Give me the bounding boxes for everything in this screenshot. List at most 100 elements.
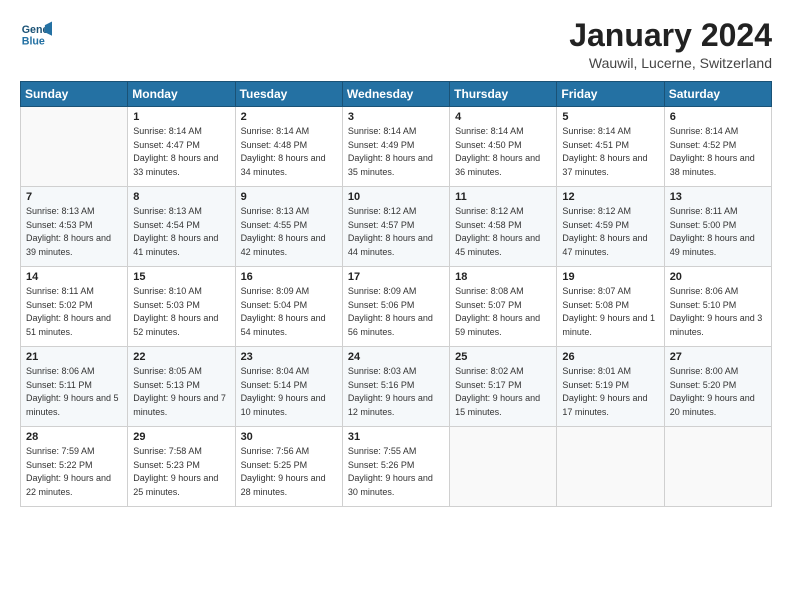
svg-text:Blue: Blue [22, 36, 45, 48]
day-number: 27 [670, 351, 766, 363]
calendar-cell: 7 Sunrise: 8:13 AMSunset: 4:53 PMDaylight… [21, 187, 128, 267]
day-number: 17 [348, 271, 444, 283]
day-number: 25 [455, 351, 551, 363]
sun-info: Sunrise: 8:04 AMSunset: 5:14 PMDaylight:… [241, 365, 337, 419]
day-number: 26 [562, 351, 658, 363]
calendar-cell: 11 Sunrise: 8:12 AMSunset: 4:58 PMDayligh… [450, 187, 557, 267]
sun-info: Sunrise: 8:13 AMSunset: 4:54 PMDaylight:… [133, 205, 229, 259]
calendar-cell: 20 Sunrise: 8:06 AMSunset: 5:10 PMDayligh… [664, 267, 771, 347]
sun-info: Sunrise: 8:09 AMSunset: 5:06 PMDaylight:… [348, 285, 444, 339]
sun-info: Sunrise: 8:14 AMSunset: 4:48 PMDaylight:… [241, 125, 337, 179]
sun-info: Sunrise: 8:12 AMSunset: 4:59 PMDaylight:… [562, 205, 658, 259]
sun-info: Sunrise: 8:14 AMSunset: 4:50 PMDaylight:… [455, 125, 551, 179]
sun-info: Sunrise: 8:11 AMSunset: 5:02 PMDaylight:… [26, 285, 122, 339]
day-number: 11 [455, 191, 551, 203]
weekday-header-wednesday: Wednesday [342, 82, 449, 107]
sun-info: Sunrise: 8:12 AMSunset: 4:57 PMDaylight:… [348, 205, 444, 259]
calendar-cell: 10 Sunrise: 8:12 AMSunset: 4:57 PMDayligh… [342, 187, 449, 267]
sun-info: Sunrise: 7:59 AMSunset: 5:22 PMDaylight:… [26, 445, 122, 499]
calendar-cell [450, 427, 557, 507]
sun-info: Sunrise: 8:02 AMSunset: 5:17 PMDaylight:… [455, 365, 551, 419]
day-number: 10 [348, 191, 444, 203]
calendar-cell: 1 Sunrise: 8:14 AMSunset: 4:47 PMDaylight… [128, 107, 235, 187]
calendar-cell: 4Sunrise: 8:14 AMSunset: 4:50 PMDaylight… [450, 107, 557, 187]
day-number: 28 [26, 431, 122, 443]
sun-info: Sunrise: 8:00 AMSunset: 5:20 PMDaylight:… [670, 365, 766, 419]
weekday-header-saturday: Saturday [664, 82, 771, 107]
calendar-cell: 15Sunrise: 8:10 AMSunset: 5:03 PMDayligh… [128, 267, 235, 347]
sun-info: Sunrise: 8:14 AMSunset: 4:52 PMDaylight:… [670, 125, 766, 179]
weekday-header-sunday: Sunday [21, 82, 128, 107]
day-number: 18 [455, 271, 551, 283]
day-number: 2 [241, 111, 337, 123]
weekday-header-monday: Monday [128, 82, 235, 107]
weekday-header-friday: Friday [557, 82, 664, 107]
sun-info: Sunrise: 8:11 AMSunset: 5:00 PMDaylight:… [670, 205, 766, 259]
day-number: 30 [241, 431, 337, 443]
day-number: 24 [348, 351, 444, 363]
sun-info: Sunrise: 8:05 AMSunset: 5:13 PMDaylight:… [133, 365, 229, 419]
calendar-cell: 22 Sunrise: 8:05 AMSunset: 5:13 PMDayligh… [128, 347, 235, 427]
day-number: 1 [133, 111, 229, 123]
day-number: 7 [26, 191, 122, 203]
calendar-table: SundayMondayTuesdayWednesdayThursdayFrid… [20, 81, 772, 507]
day-number: 16 [241, 271, 337, 283]
sun-info: Sunrise: 8:13 AMSunset: 4:55 PMDaylight:… [241, 205, 337, 259]
calendar-cell: 17 Sunrise: 8:09 AMSunset: 5:06 PMDayligh… [342, 267, 449, 347]
weekday-header-thursday: Thursday [450, 82, 557, 107]
calendar-cell: 23 Sunrise: 8:04 AMSunset: 5:14 PMDayligh… [235, 347, 342, 427]
sun-info: Sunrise: 8:13 AMSunset: 4:53 PMDaylight:… [26, 205, 122, 259]
calendar-cell: 27 Sunrise: 8:00 AMSunset: 5:20 PMDayligh… [664, 347, 771, 427]
day-number: 21 [26, 351, 122, 363]
sun-info: Sunrise: 8:07 AMSunset: 5:08 PMDaylight:… [562, 285, 658, 339]
day-number: 31 [348, 431, 444, 443]
calendar-cell: 19 Sunrise: 8:07 AMSunset: 5:08 PMDayligh… [557, 267, 664, 347]
sun-info: Sunrise: 7:55 AMSunset: 5:26 PMDaylight:… [348, 445, 444, 499]
sun-info: Sunrise: 8:01 AMSunset: 5:19 PMDaylight:… [562, 365, 658, 419]
month-title: January 2024 [569, 18, 772, 53]
day-number: 23 [241, 351, 337, 363]
sun-info: Sunrise: 8:14 AMSunset: 4:49 PMDaylight:… [348, 125, 444, 179]
calendar-cell: 18 Sunrise: 8:08 AMSunset: 5:07 PMDayligh… [450, 267, 557, 347]
logo: General Blue [20, 18, 56, 50]
calendar-cell: 13Sunrise: 8:11 AMSunset: 5:00 PMDayligh… [664, 187, 771, 267]
sun-info: Sunrise: 8:10 AMSunset: 5:03 PMDaylight:… [133, 285, 229, 339]
calendar-cell: 31 Sunrise: 7:55 AMSunset: 5:26 PMDayligh… [342, 427, 449, 507]
sun-info: Sunrise: 8:12 AMSunset: 4:58 PMDaylight:… [455, 205, 551, 259]
day-number: 19 [562, 271, 658, 283]
calendar-cell: 24 Sunrise: 8:03 AMSunset: 5:16 PMDayligh… [342, 347, 449, 427]
sun-info: Sunrise: 7:58 AMSunset: 5:23 PMDaylight:… [133, 445, 229, 499]
calendar-cell: 5 Sunrise: 8:14 AMSunset: 4:51 PMDaylight… [557, 107, 664, 187]
calendar-cell: 26 Sunrise: 8:01 AMSunset: 5:19 PMDayligh… [557, 347, 664, 427]
calendar-cell: 21 Sunrise: 8:06 AMSunset: 5:11 PMDayligh… [21, 347, 128, 427]
calendar-cell: 3 Sunrise: 8:14 AMSunset: 4:49 PMDaylight… [342, 107, 449, 187]
calendar-cell: 12 Sunrise: 8:12 AMSunset: 4:59 PMDayligh… [557, 187, 664, 267]
sun-info: Sunrise: 8:14 AMSunset: 4:47 PMDaylight:… [133, 125, 229, 179]
sun-info: Sunrise: 8:06 AMSunset: 5:11 PMDaylight:… [26, 365, 122, 419]
weekday-header-tuesday: Tuesday [235, 82, 342, 107]
location: Wauwil, Lucerne, Switzerland [569, 55, 772, 71]
calendar-cell: 28 Sunrise: 7:59 AMSunset: 5:22 PMDayligh… [21, 427, 128, 507]
day-number: 6 [670, 111, 766, 123]
calendar-cell: 6 Sunrise: 8:14 AMSunset: 4:52 PMDaylight… [664, 107, 771, 187]
day-number: 8 [133, 191, 229, 203]
day-number: 9 [241, 191, 337, 203]
day-number: 5 [562, 111, 658, 123]
calendar-cell: 30 Sunrise: 7:56 AMSunset: 5:25 PMDayligh… [235, 427, 342, 507]
sun-info: Sunrise: 7:56 AMSunset: 5:25 PMDaylight:… [241, 445, 337, 499]
sun-info: Sunrise: 8:08 AMSunset: 5:07 PMDaylight:… [455, 285, 551, 339]
sun-info: Sunrise: 8:06 AMSunset: 5:10 PMDaylight:… [670, 285, 766, 339]
calendar-cell: 25 Sunrise: 8:02 AMSunset: 5:17 PMDayligh… [450, 347, 557, 427]
day-number: 3 [348, 111, 444, 123]
sun-info: Sunrise: 8:03 AMSunset: 5:16 PMDaylight:… [348, 365, 444, 419]
day-number: 12 [562, 191, 658, 203]
calendar-cell: 9 Sunrise: 8:13 AMSunset: 4:55 PMDaylight… [235, 187, 342, 267]
day-number: 29 [133, 431, 229, 443]
day-number: 22 [133, 351, 229, 363]
sun-info: Sunrise: 8:14 AMSunset: 4:51 PMDaylight:… [562, 125, 658, 179]
day-number: 20 [670, 271, 766, 283]
day-number: 14 [26, 271, 122, 283]
calendar-cell [21, 107, 128, 187]
calendar-cell: 8 Sunrise: 8:13 AMSunset: 4:54 PMDaylight… [128, 187, 235, 267]
calendar-cell: 16Sunrise: 8:09 AMSunset: 5:04 PMDayligh… [235, 267, 342, 347]
